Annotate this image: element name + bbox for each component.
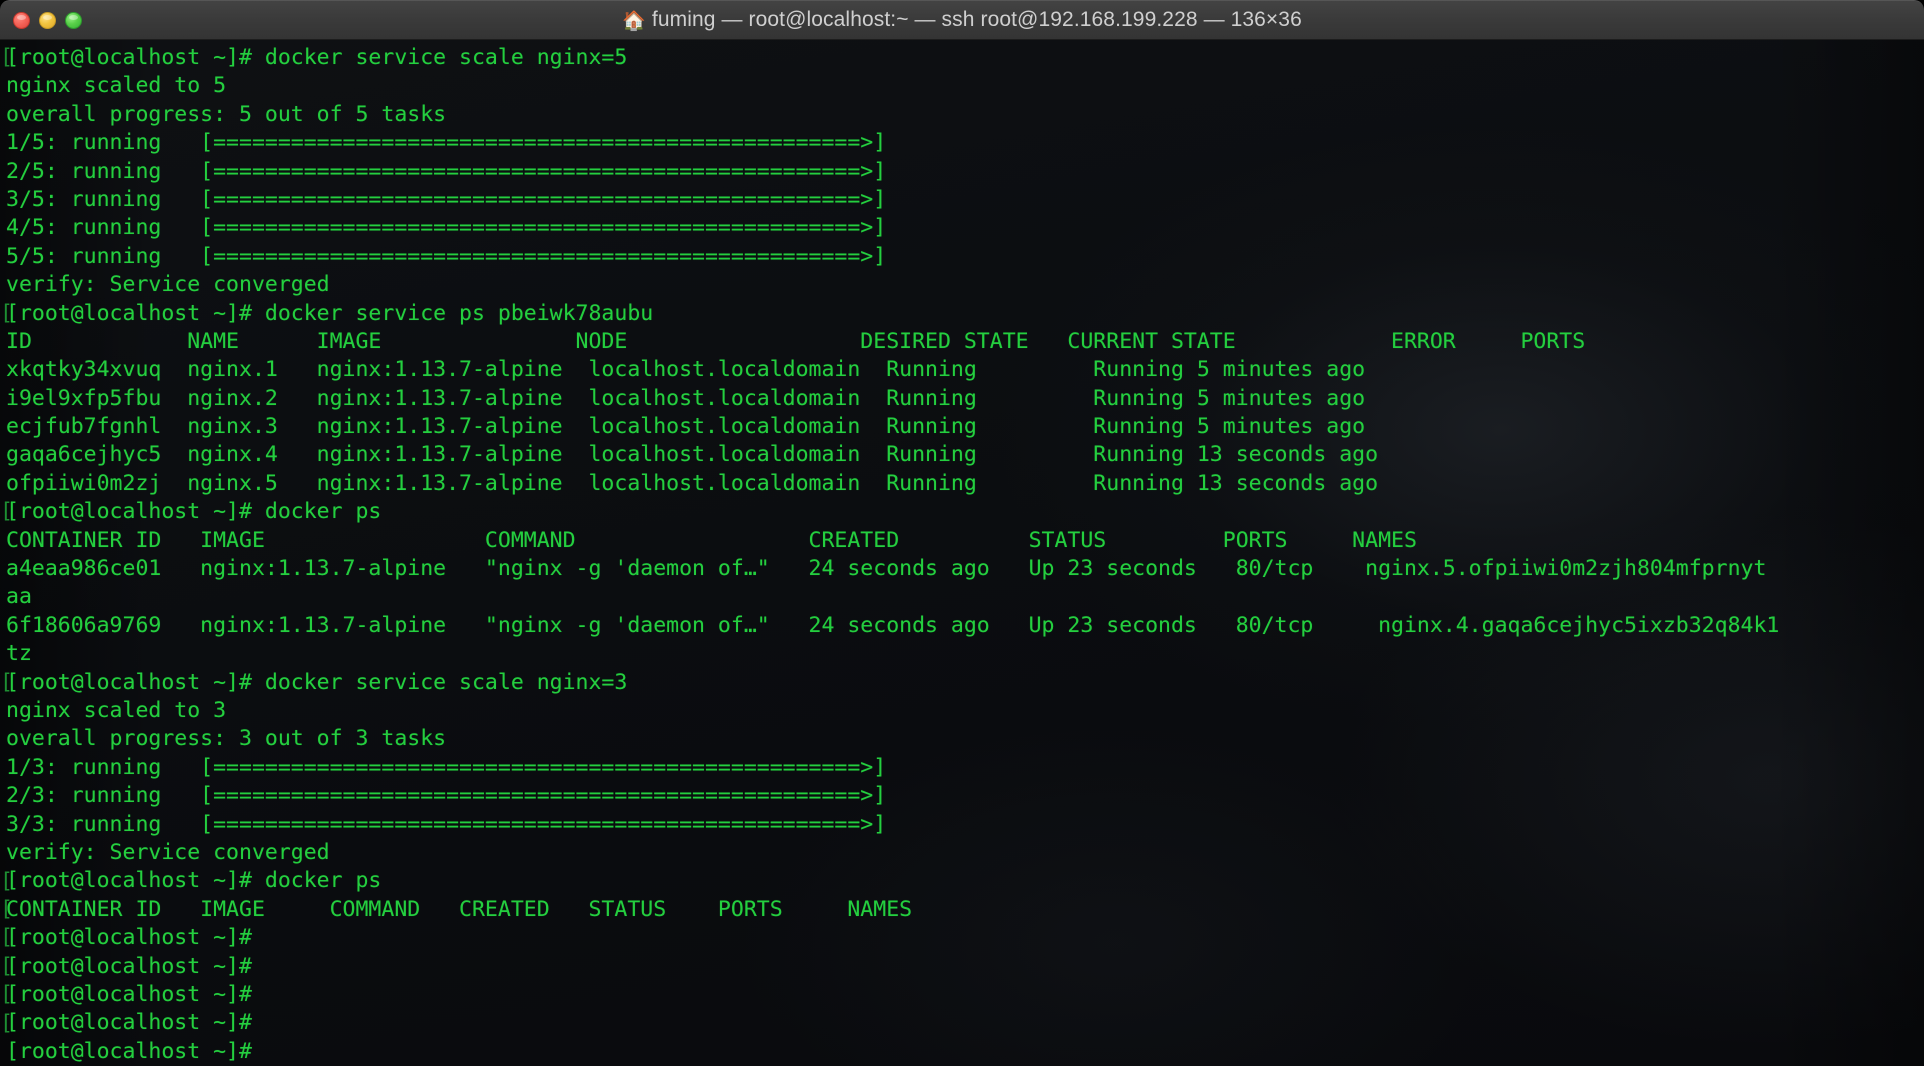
terminal-line: gaqa6cejhyc5 nginx.4 nginx:1.13.7-alpine… [6,442,1379,468]
terminal-window: 🏠 fuming — root@localhost:~ — ssh root@19… [0,0,1924,1066]
terminal-line: [root@localhost ~]# docker service ps pb… [6,300,654,326]
zoom-window-button[interactable] [65,11,82,29]
terminal-line: [root@localhost ~]# docker ps [6,499,382,525]
terminal-line: 3/5: running [==========================… [6,186,900,212]
terminal-line: [root@localhost ~]# [6,925,265,951]
terminal-line: 3/3: running [==========================… [6,811,900,837]
terminal-line: [root@localhost ~]# docker service scale… [6,669,628,695]
terminal-line: [root@localhost ~]# [6,953,265,979]
terminal-line: 2/3: running [==========================… [6,783,900,809]
traffic-light-group [13,11,82,29]
terminal-line: verify: Service converged [6,839,343,865]
terminal-line: overall progress: 5 out of 5 tasks [6,101,460,127]
minimize-button-gloss [43,14,52,20]
terminal-line: [root@localhost ~]# docker ps [6,868,382,894]
terminal-line: 1/3: running [==========================… [6,754,900,780]
zoom-button-gloss [69,14,78,20]
terminal-line: 5/5: running [==========================… [6,243,900,269]
terminal-line: aa [6,584,32,610]
terminal-screen: [root@localhost ~]# docker service scale… [0,44,1924,1066]
terminal-line: verify: Service converged [6,272,343,298]
terminal-line: 4/5: running [==========================… [6,215,900,241]
terminal-body[interactable]: [root@localhost ~]# docker service scale… [0,40,1924,1066]
terminal-line: ID NAME IMAGE NODE DESIRED STATE CURRENT… [6,328,1586,354]
window-titlebar[interactable]: 🏠 fuming — root@localhost:~ — ssh root@19… [0,0,1924,40]
minimize-window-button[interactable] [39,11,56,29]
terminal-line: xkqtky34xvuq nginx.1 nginx:1.13.7-alpine… [6,357,1366,383]
window-title: 🏠 fuming — root@localhost:~ — ssh root@19… [0,8,1924,33]
window-title-text: fuming — root@localhost:~ — ssh root@192… [651,7,1302,31]
terminal-line: 6f18606a9769 nginx:1.13.7-alpine "nginx … [6,612,1780,638]
close-button-gloss [17,14,26,20]
terminal-line: 1/5: running [==========================… [6,130,900,156]
terminal-line: CONTAINER ID IMAGE COMMAND CREATED STATU… [6,896,913,922]
terminal-line: ofpiiwi0m2zj nginx.5 nginx:1.13.7-alpine… [6,470,1379,496]
terminal-line: [root@localhost ~]# docker service scale… [6,45,628,70]
terminal-line: overall progress: 3 out of 3 tasks [6,726,460,752]
terminal-line: CONTAINER ID IMAGE COMMAND CREATED STATU… [6,527,1417,553]
terminal-line: a4eaa986ce01 nginx:1.13.7-alpine "nginx … [6,556,1767,582]
terminal-line: 2/5: running [==========================… [6,158,900,184]
terminal-line: nginx scaled to 3 [6,697,227,723]
terminal-line: nginx scaled to 5 [6,73,227,99]
terminal-line: i9el9xfp5fbu nginx.2 nginx:1.13.7-alpine… [6,385,1366,411]
close-window-button[interactable] [13,11,30,29]
terminal-line: tz [6,641,32,667]
house-icon: 🏠 [622,10,646,32]
terminal-line: ecjfub7fgnhl nginx.3 nginx:1.13.7-alpine… [6,414,1366,440]
terminal-line: [root@localhost ~]# [6,981,265,1007]
terminal-line: [root@localhost ~]# [6,1038,265,1064]
terminal-line: [root@localhost ~]# [6,1010,265,1036]
